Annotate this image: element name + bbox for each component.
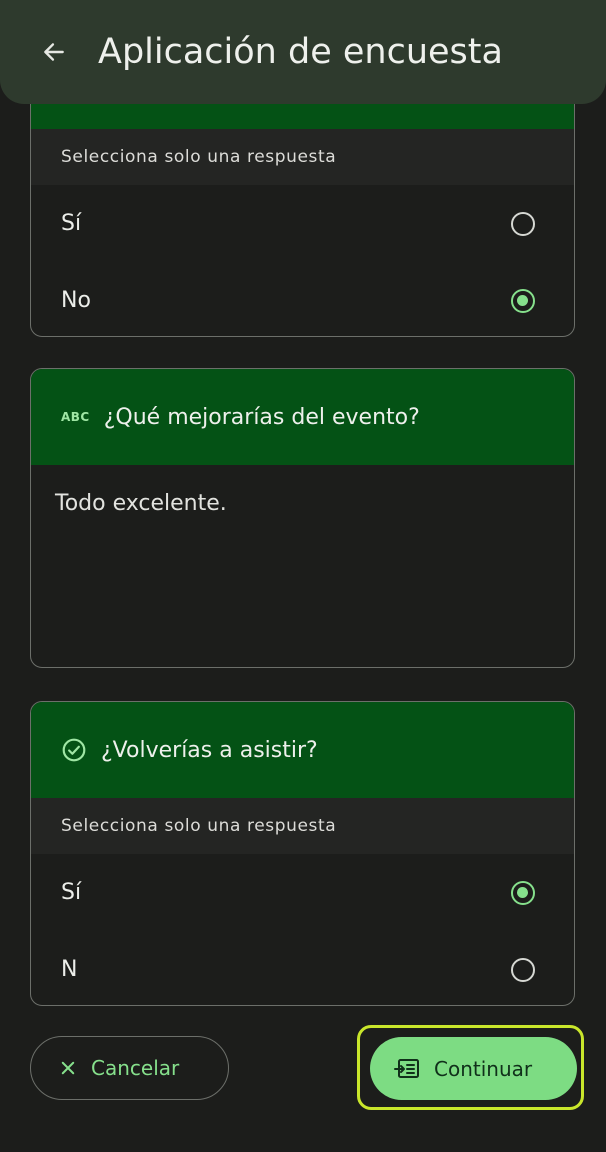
question-2-answer-field[interactable]: Todo excelente.: [31, 465, 574, 667]
option-label: Sí: [61, 880, 82, 905]
form-icon: [394, 1058, 420, 1080]
question-3-option-n[interactable]: N: [31, 931, 574, 1005]
cancel-button[interactable]: Cancelar: [30, 1036, 229, 1100]
question-2-title: ¿Qué mejorarías del evento?: [103, 404, 420, 430]
close-icon: [59, 1059, 77, 1077]
continue-label: Continuar: [434, 1056, 533, 1081]
radio-unselected[interactable]: [511, 957, 535, 982]
cancel-label: Cancelar: [91, 1056, 180, 1080]
question-card-3: ¿Volverías a asistir? Selecciona solo un…: [30, 701, 575, 1006]
question-card-2: ABC ¿Qué mejorarías del evento? Todo exc…: [30, 368, 575, 668]
question-3-option-si[interactable]: Sí: [31, 854, 574, 931]
option-label: Sí: [61, 211, 82, 236]
question-1-option-si[interactable]: Sí: [31, 185, 574, 262]
abc-text-icon: ABC: [61, 410, 90, 424]
option-label: No: [61, 288, 91, 313]
question-1-option-no[interactable]: No: [31, 262, 574, 336]
radio-selected[interactable]: [511, 288, 535, 313]
radio-unselected[interactable]: [511, 211, 535, 236]
arrow-back-icon[interactable]: [38, 36, 70, 68]
radio-selected[interactable]: [511, 880, 535, 905]
question-3-title: ¿Volverías a asistir?: [101, 737, 318, 763]
option-label: N: [61, 957, 78, 982]
question-1-hint: Selecciona solo una respuesta: [31, 129, 574, 185]
check-circle-icon: [61, 737, 87, 763]
app-bar: Aplicación de encuesta: [0, 0, 606, 104]
question-3-header: ¿Volverías a asistir?: [31, 702, 574, 798]
question-3-hint: Selecciona solo una respuesta: [31, 798, 574, 854]
app-title: Aplicación de encuesta: [98, 32, 503, 72]
continue-button[interactable]: Continuar: [370, 1037, 577, 1100]
question-2-header: ABC ¿Qué mejorarías del evento?: [31, 369, 574, 465]
